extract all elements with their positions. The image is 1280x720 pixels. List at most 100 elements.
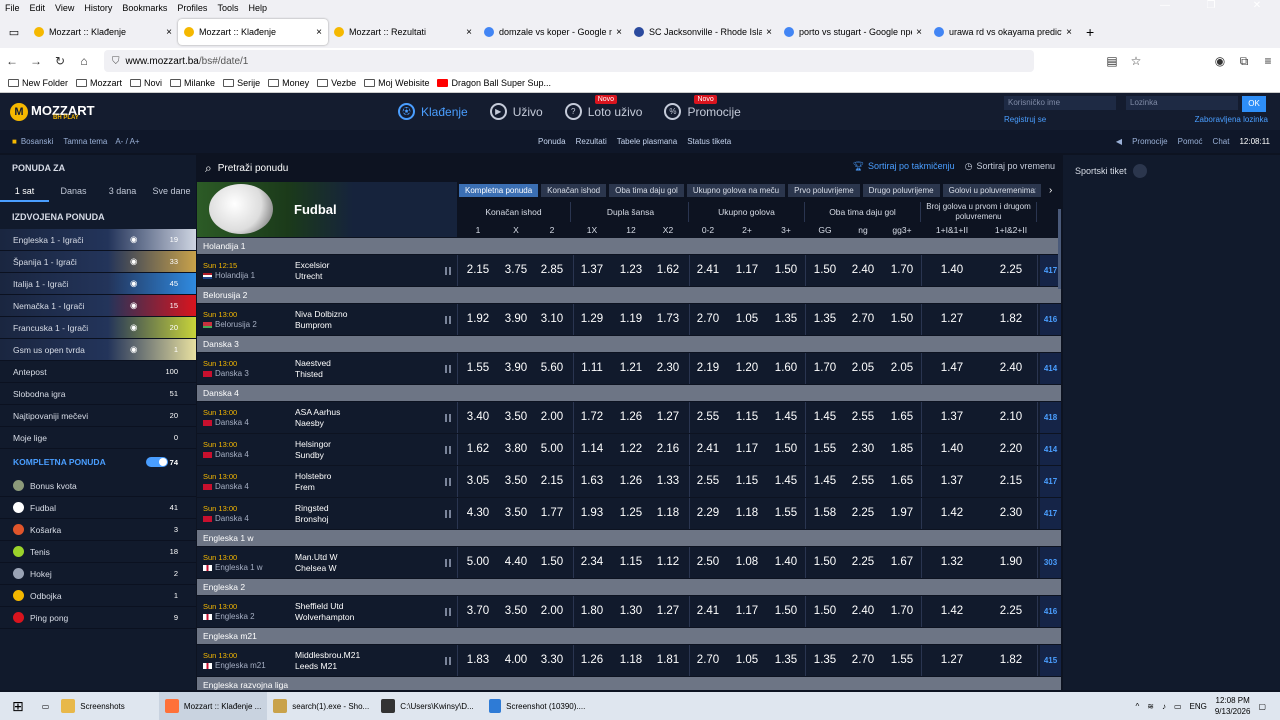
featured-item[interactable]: Najtipovaniji mečevi 20 — [0, 405, 196, 427]
odds-button[interactable]: 3.10 — [533, 304, 571, 335]
tray-chevron-icon[interactable]: ^ — [1135, 702, 1139, 711]
odds-button[interactable]: 1.65 — [883, 466, 921, 497]
odds-button[interactable]: 3.50 — [499, 596, 533, 627]
more-markets-button[interactable]: 414 — [1040, 353, 1061, 384]
reload-icon[interactable]: ↻ — [48, 54, 72, 68]
odds-button[interactable]: 1.27 — [649, 402, 687, 433]
tab-close-icon[interactable]: × — [466, 27, 472, 38]
sport-item-tenis[interactable]: Tenis 18 — [0, 541, 196, 563]
odds-button[interactable]: 1.47 — [923, 353, 981, 384]
odds-button[interactable]: 1.27 — [649, 596, 687, 627]
odds-button[interactable]: 5.00 — [533, 434, 571, 465]
odds-button[interactable]: 1.35 — [767, 645, 805, 676]
odds-button[interactable]: 1.55 — [883, 645, 921, 676]
odds-button[interactable]: 5.60 — [533, 353, 571, 384]
odds-button[interactable]: 1.42 — [923, 498, 981, 529]
odds-button[interactable]: 1.70 — [883, 596, 921, 627]
sort-by-competition[interactable]: Sortiraj po takmičenju — [868, 161, 955, 172]
odds-button[interactable]: 3.90 — [499, 304, 533, 335]
odds-button[interactable]: 1.17 — [729, 434, 765, 465]
market-tab[interactable]: Golovi u poluvremenima — [942, 184, 1041, 197]
menu-file[interactable]: File — [0, 3, 25, 13]
featured-item[interactable]: Španija 1 - Igrači ◉ 33 — [0, 251, 196, 273]
period-tab[interactable]: Sve dane — [147, 180, 196, 202]
odds-button[interactable]: 1.60 — [767, 353, 805, 384]
nav-uživo[interactable]: ▶ Uživo — [489, 103, 543, 120]
browser-tab[interactable]: Mozzart :: Klađenje × — [28, 19, 178, 45]
odds-button[interactable]: 1.33 — [649, 466, 687, 497]
odds-button[interactable]: 2.25 — [983, 255, 1039, 286]
browser-tab[interactable]: urawa rd vs okayama prediction × — [928, 19, 1078, 45]
odds-button[interactable]: 1.42 — [923, 596, 981, 627]
menu-tools[interactable]: Tools — [212, 3, 243, 13]
subnav-1[interactable]: Rezultati — [576, 137, 607, 146]
stats-icon[interactable] — [445, 657, 451, 665]
task-view-icon[interactable]: ▭ — [36, 692, 56, 720]
header-link[interactable]: Chat — [1213, 137, 1230, 146]
volume-icon[interactable]: ♪ — [1162, 702, 1166, 711]
more-markets-button[interactable]: 417 — [1040, 498, 1061, 529]
full-offer-toggle[interactable] — [146, 457, 168, 467]
odds-button[interactable]: 2.10 — [983, 402, 1039, 433]
wifi-icon[interactable]: ≋ — [1147, 702, 1154, 711]
odds-button[interactable]: 1.26 — [613, 402, 649, 433]
odds-button[interactable]: 2.40 — [845, 596, 881, 627]
odds-button[interactable]: 2.41 — [689, 434, 727, 465]
odds-button[interactable]: 2.29 — [689, 498, 727, 529]
scrollbar[interactable] — [1058, 209, 1061, 289]
odds-button[interactable]: 2.70 — [689, 304, 727, 335]
odds-button[interactable]: 3.40 — [459, 402, 497, 433]
odds-button[interactable]: 1.45 — [767, 466, 805, 497]
more-markets-button[interactable]: 417 — [1040, 466, 1061, 497]
odds-button[interactable]: 2.85 — [533, 255, 571, 286]
market-tab[interactable]: Ukupno golova na meču — [686, 184, 786, 197]
chevron-right-icon[interactable]: › — [1049, 185, 1052, 196]
odds-button[interactable]: 1.27 — [923, 304, 981, 335]
odds-button[interactable]: 1.45 — [767, 402, 805, 433]
featured-item[interactable]: Gsm us open tvrda ◉ 1 — [0, 339, 196, 361]
search-input[interactable]: Pretraži ponudu — [218, 163, 289, 174]
odds-button[interactable]: 1.77 — [533, 498, 571, 529]
odds-button[interactable]: 1.17 — [729, 596, 765, 627]
odds-button[interactable]: 2.55 — [845, 402, 881, 433]
odds-button[interactable]: 1.50 — [807, 596, 843, 627]
chevron-left-icon[interactable]: ‹ — [1033, 185, 1036, 196]
menu-history[interactable]: History — [79, 3, 117, 13]
odds-button[interactable]: 1.08 — [729, 547, 765, 578]
featured-item[interactable]: Engleska 1 - Igrači ◉ 19 — [0, 229, 196, 251]
featured-item[interactable]: Nemačka 1 - Igrači ◉ 15 — [0, 295, 196, 317]
odds-button[interactable]: 3.75 — [499, 255, 533, 286]
odds-button[interactable]: 1.26 — [613, 466, 649, 497]
close-icon[interactable]: ✕ — [1234, 0, 1280, 11]
odds-button[interactable]: 1.93 — [573, 498, 611, 529]
odds-button[interactable]: 4.30 — [459, 498, 497, 529]
odds-button[interactable]: 1.27 — [923, 645, 981, 676]
bookmark-item[interactable]: Money — [268, 78, 309, 88]
odds-button[interactable]: 1.12 — [649, 547, 687, 578]
font-size-control[interactable]: A- / A+ — [115, 137, 139, 146]
stats-icon[interactable] — [445, 316, 451, 324]
odds-button[interactable]: 1.22 — [613, 434, 649, 465]
featured-item[interactable]: Slobodna igra 51 — [0, 383, 196, 405]
sport-item-bonus-kvota[interactable]: Bonus kvota — [0, 475, 196, 497]
featured-item[interactable]: Francuska 1 - Igrači ◉ 20 — [0, 317, 196, 339]
odds-button[interactable]: 1.15 — [613, 547, 649, 578]
odds-button[interactable]: 2.25 — [983, 596, 1039, 627]
odds-button[interactable]: 1.50 — [767, 255, 805, 286]
back-icon[interactable]: ← — [0, 54, 24, 68]
market-tab[interactable]: Prvo poluvrijeme — [788, 184, 860, 197]
market-tab[interactable]: Drugo poluvrijeme — [862, 184, 940, 197]
odds-button[interactable]: 1.82 — [983, 645, 1039, 676]
odds-button[interactable]: 3.50 — [499, 498, 533, 529]
featured-item[interactable]: Moje lige 0 — [0, 427, 196, 449]
market-tab[interactable]: Konačan ishod — [541, 184, 607, 197]
header-link[interactable]: Promocije — [1132, 137, 1168, 146]
odds-button[interactable]: 1.50 — [767, 434, 805, 465]
odds-button[interactable]: 1.11 — [573, 353, 611, 384]
browser-tab[interactable]: Mozzart :: Rezultati × — [328, 19, 478, 45]
odds-button[interactable]: 1.14 — [573, 434, 611, 465]
odds-button[interactable]: 1.15 — [729, 402, 765, 433]
odds-button[interactable]: 2.41 — [689, 255, 727, 286]
odds-button[interactable]: 1.80 — [573, 596, 611, 627]
more-markets-button[interactable]: 303 — [1040, 547, 1061, 578]
